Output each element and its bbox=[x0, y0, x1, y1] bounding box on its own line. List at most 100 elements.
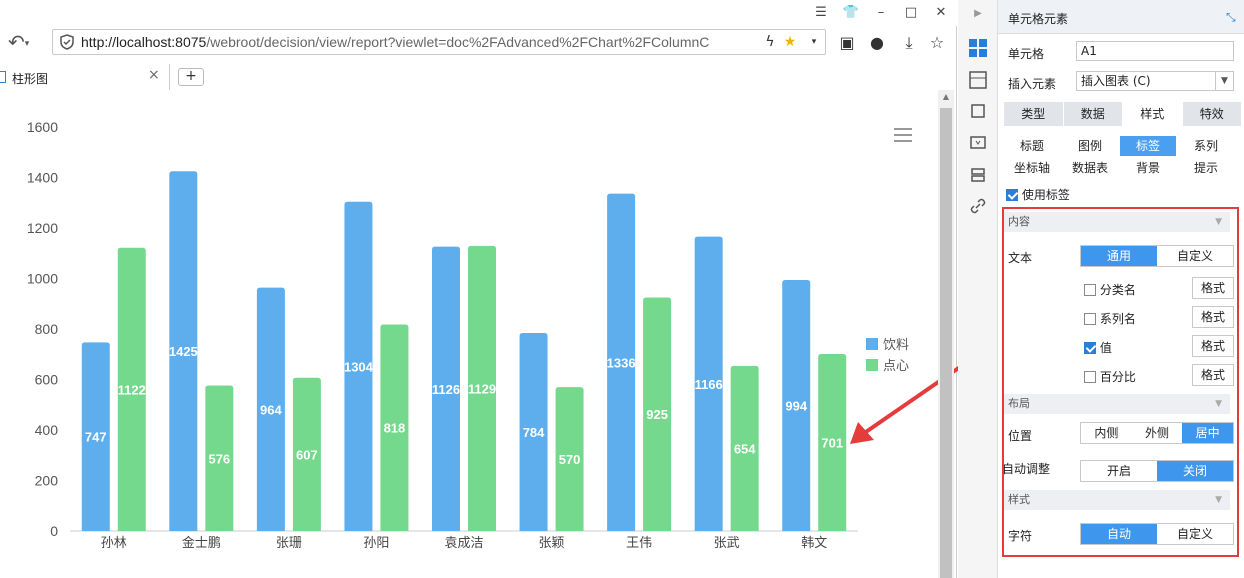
menu-icon[interactable]: ☰ bbox=[812, 4, 830, 22]
y-tick-label: 200 bbox=[35, 473, 59, 489]
data-label: 1122 bbox=[118, 382, 146, 397]
subtab-title[interactable]: 标题 bbox=[1004, 136, 1060, 156]
cell-field[interactable]: A1 bbox=[1076, 41, 1234, 61]
reader-icon[interactable]: ▣ bbox=[836, 32, 858, 54]
expand-arrow-icon[interactable]: ▶ bbox=[968, 8, 988, 28]
highlight-box bbox=[1002, 207, 1239, 557]
skin-icon[interactable]: 👕 bbox=[842, 4, 860, 22]
subtab-tooltip[interactable]: 提示 bbox=[1178, 158, 1234, 178]
y-tick-label: 1200 bbox=[27, 220, 58, 236]
condition-icon[interactable] bbox=[968, 165, 988, 185]
close-window-button[interactable]: ✕ bbox=[932, 4, 950, 22]
use-label-checkbox[interactable]: 使用标签 bbox=[1006, 186, 1070, 203]
download-icon[interactable]: ⤓ bbox=[898, 32, 920, 54]
data-label: 576 bbox=[208, 451, 230, 466]
tab-close-icon[interactable]: × bbox=[148, 67, 160, 83]
data-label: 1425 bbox=[169, 344, 198, 359]
chart-canvas: 0 200 400 600 800 1000 1200 1400 1600 孙林 747 1122 金士… bbox=[27, 119, 909, 551]
data-label: 1336 bbox=[607, 355, 636, 370]
x-tick-label: 韩文 bbox=[801, 536, 827, 551]
title-bar: ☰ 👕 – □ ✕ bbox=[0, 0, 957, 26]
x-tick-label: 孙阳 bbox=[363, 536, 389, 551]
insert-element-select[interactable]: 插入图表 (C) ▼ bbox=[1076, 71, 1234, 91]
x-tick-label: 王伟 bbox=[626, 536, 652, 551]
data-label: 570 bbox=[559, 452, 581, 467]
data-label: 784 bbox=[523, 425, 545, 440]
y-tick-label: 400 bbox=[35, 422, 59, 438]
cell-attribute-icon[interactable] bbox=[968, 70, 988, 90]
subtab-series[interactable]: 系列 bbox=[1178, 136, 1234, 156]
float-element-icon[interactable] bbox=[968, 101, 988, 121]
subtab-label[interactable]: 标签 bbox=[1120, 136, 1176, 156]
chart-menu-icon[interactable] bbox=[894, 128, 912, 142]
address-bar[interactable]: http://localhost:8075/webroot/decision/v… bbox=[52, 29, 826, 55]
new-tab-button[interactable]: + bbox=[178, 68, 204, 86]
page-icon bbox=[0, 71, 6, 83]
tab-label: 柱形图 bbox=[12, 72, 49, 86]
shield-icon bbox=[60, 34, 74, 50]
favorite-icon[interactable]: ☆ bbox=[926, 32, 948, 54]
data-label: 818 bbox=[384, 421, 406, 436]
data-label: 747 bbox=[85, 430, 107, 445]
subtab-background[interactable]: 背景 bbox=[1120, 158, 1176, 178]
panel-title: 单元格元素 bbox=[1008, 12, 1069, 26]
data-label: 1304 bbox=[344, 359, 374, 374]
data-label: 654 bbox=[734, 441, 756, 456]
tab-style[interactable]: 样式 bbox=[1123, 102, 1183, 126]
y-tick-label: 1600 bbox=[27, 119, 58, 135]
data-label: 1129 bbox=[468, 381, 496, 396]
insert-element-value: 插入图表 (C) bbox=[1081, 74, 1151, 88]
data-label: 1166 bbox=[695, 377, 723, 392]
nav-bar: ↶▾ http://localhost:8075/webroot/decisio… bbox=[0, 26, 957, 60]
column-chart: 0 200 400 600 800 1000 1200 1400 1600 孙林 747 1122 金士… bbox=[0, 90, 938, 578]
data-label: 964 bbox=[260, 402, 282, 417]
x-tick-label: 袁成洁 bbox=[444, 536, 483, 551]
cell-label: 单元格 bbox=[1008, 47, 1045, 61]
maximize-button[interactable]: □ bbox=[902, 4, 920, 22]
scrollbar[interactable]: ▲ bbox=[938, 90, 954, 578]
tab-bar: 柱形图 × + bbox=[0, 62, 957, 90]
lightning-icon[interactable]: ϟ bbox=[761, 33, 779, 51]
tab-data[interactable]: 数据 bbox=[1063, 102, 1123, 126]
data-label: 994 bbox=[785, 399, 807, 414]
x-tick-label: 张颖 bbox=[539, 536, 565, 551]
subtab-legend[interactable]: 图例 bbox=[1062, 136, 1118, 156]
browser-window: ☰ 👕 – □ ✕ ↶▾ http://localhost:8075/webro… bbox=[0, 0, 978, 578]
main-tabs: 类型 数据 样式 特效 bbox=[1004, 102, 1242, 126]
widget-icon[interactable] bbox=[968, 133, 988, 153]
x-tick-label: 张武 bbox=[714, 536, 740, 551]
panel-header: 单元格元素 ⤡ bbox=[998, 0, 1244, 34]
subtab-datatable[interactable]: 数据表 bbox=[1062, 158, 1118, 178]
scroll-thumb[interactable] bbox=[940, 108, 952, 578]
minimize-button[interactable]: – bbox=[872, 4, 890, 22]
dropdown-icon[interactable]: ▾ bbox=[805, 33, 823, 51]
url-text[interactable]: http://localhost:8075/webroot/decision/v… bbox=[81, 34, 761, 50]
url-host: http://localhost:8075 bbox=[81, 34, 207, 50]
hyperlink-icon[interactable] bbox=[968, 196, 988, 216]
data-label: 607 bbox=[296, 447, 318, 462]
x-tick-label: 张珊 bbox=[276, 536, 302, 551]
chat-icon[interactable]: ● bbox=[866, 32, 888, 54]
insert-element-label: 插入元素 bbox=[1008, 77, 1057, 91]
data-label: 925 bbox=[646, 407, 668, 422]
back-button[interactable]: ↶▾ bbox=[8, 30, 44, 54]
cell-element-icon[interactable] bbox=[968, 38, 988, 58]
star-icon[interactable]: ★ bbox=[781, 33, 799, 51]
panel-icon-bar: ▶ bbox=[958, 0, 998, 578]
y-tick-label: 1000 bbox=[27, 271, 58, 287]
x-tick-label: 孙林 bbox=[101, 536, 127, 551]
use-label-text: 使用标签 bbox=[1021, 188, 1070, 202]
tab-column-chart[interactable]: 柱形图 × bbox=[0, 64, 170, 90]
y-tick-label: 800 bbox=[35, 321, 59, 337]
subtab-axis[interactable]: 坐标轴 bbox=[1004, 158, 1060, 178]
collapse-icon[interactable]: ⤡ bbox=[1226, 10, 1236, 25]
data-label: 1126 bbox=[432, 382, 460, 397]
y-tick-label: 1400 bbox=[27, 170, 58, 186]
tab-type[interactable]: 类型 bbox=[1004, 102, 1064, 126]
tab-effects[interactable]: 特效 bbox=[1182, 102, 1242, 126]
url-path: /webroot/decision/view/report?viewlet=do… bbox=[206, 34, 710, 50]
use-label-check-icon[interactable] bbox=[1006, 189, 1018, 201]
chevron-down-icon[interactable]: ▼ bbox=[1215, 72, 1233, 90]
scroll-up-icon[interactable]: ▲ bbox=[938, 92, 954, 104]
x-tick-label: 金士鹏 bbox=[182, 535, 221, 551]
